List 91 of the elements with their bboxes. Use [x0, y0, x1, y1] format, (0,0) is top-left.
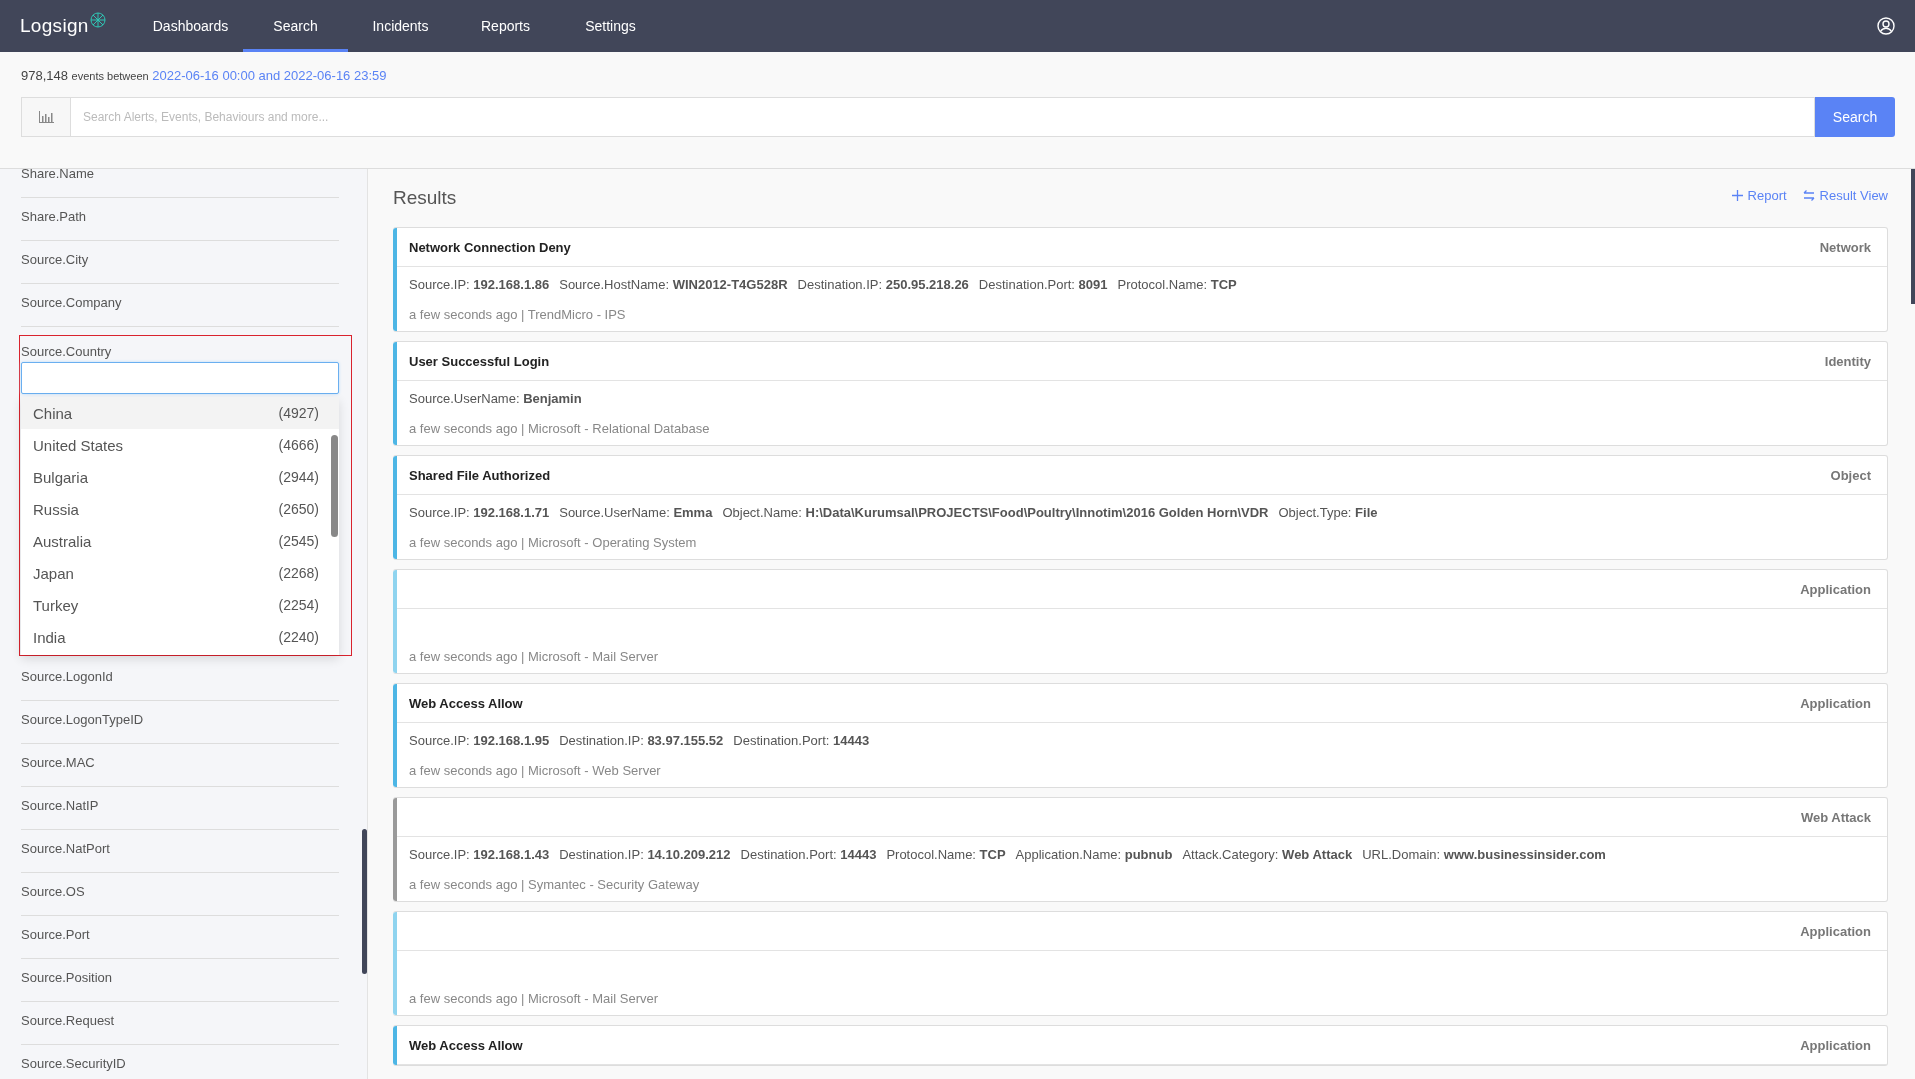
result-card[interactable]: Application a few seconds ago | Microsoft - Mail Server: [393, 911, 1888, 1016]
field-list-item[interactable]: Source.NatIP: [21, 787, 339, 830]
event-source: a few seconds ago | Microsoft - Web Server: [409, 763, 662, 778]
search-field[interactable]: Search Alerts, Events, Behaviours and more...: [70, 97, 1815, 137]
event-field: Destination.IP: 14.10.209.212: [559, 847, 731, 865]
country-option[interactable]: Australia (2545): [21, 525, 339, 557]
chart-toggle-button[interactable]: [21, 97, 70, 137]
event-source: a few seconds ago | Microsoft - Relational Database: [409, 421, 711, 436]
event-field: Protocol.Name: TCP: [886, 847, 1006, 865]
event-field: Source.IP: 192.168.1.95: [409, 733, 550, 751]
event-category: Identity: [1824, 353, 1871, 369]
event-source: a few seconds ago | Symantec - Security Gateway: [409, 877, 701, 892]
event-field: Application.Name: pubnub: [1015, 847, 1173, 865]
event-title: Web Access Allow: [409, 695, 523, 711]
field-list-item[interactable]: Source.Request: [21, 1002, 339, 1045]
field-list-item[interactable]: Source.LogonId: [21, 658, 339, 701]
country-option[interactable]: Bulgaria (2944): [21, 461, 339, 493]
event-field: Protocol.Name: TCP: [1117, 277, 1237, 295]
plus-icon: [1731, 189, 1743, 201]
event-title: Web Access Allow: [409, 1037, 523, 1053]
event-source: a few seconds ago | Microsoft - Mail Server: [409, 649, 660, 664]
event-source: a few seconds ago | Microsoft - Operating System: [409, 535, 698, 550]
nav-tab[interactable]: Settings: [558, 0, 663, 52]
field-list-item[interactable]: Source.SecurityID: [21, 1045, 339, 1079]
event-field: Destination.Port: 8091: [978, 277, 1108, 295]
field-list-item[interactable]: Source.LogonTypeID: [21, 701, 339, 744]
event-source: a few seconds ago | Microsoft - Mail Server: [409, 991, 660, 1006]
event-field: Object.Name: H:\Data\Kurumsal\PROJECTS\Food\Poultry\Innotim\2016 Golden Horn\VDR: [722, 505, 1269, 523]
nav-tab[interactable]: Search: [243, 0, 348, 52]
field-list-item[interactable]: Share.Name: [21, 169, 339, 198]
scrollbar-thumb[interactable]: [362, 829, 367, 974]
logo-text: Logsign: [20, 15, 89, 37]
event-category: Web Attack: [1800, 809, 1871, 825]
scrollbar-thumb[interactable]: [331, 435, 338, 537]
field-list-item[interactable]: Source.City: [21, 241, 339, 284]
field-list-item[interactable]: Share.Path: [21, 198, 339, 241]
filter-field[interactable]: [21, 362, 339, 394]
result-card[interactable]: Network Connection Deny Network Source.IP: 192.168.1.86 Source.HostName: WIN2012-T4G528R Destination.IP: 250.95.218.26 Destination.Port: 8091 Protocol.Name: TCP a few seconds ago | TrendMicro - IPS: [393, 227, 1888, 332]
user-account-icon[interactable]: [1877, 17, 1895, 35]
event-category: Network: [1819, 239, 1871, 255]
network-logo-icon: [88, 11, 107, 29]
result-card[interactable]: [393, 455, 1888, 560]
search-button[interactable]: Search: [1815, 97, 1895, 137]
bar-chart-icon: [38, 111, 54, 123]
field-list-item[interactable]: Source.Port: [21, 916, 339, 959]
country-option[interactable]: Japan (2268): [21, 557, 339, 589]
nav-tab[interactable]: Dashboards: [138, 0, 243, 52]
scrollbar-thumb[interactable]: [1911, 169, 1915, 304]
event-field: Source.UserName: Benjamin: [409, 391, 582, 409]
result-card[interactable]: Application a few seconds ago | Microsoft - Mail Server: [393, 569, 1888, 674]
result-card[interactable]: Web Access Allow Application: [393, 1025, 1888, 1066]
field-list-item[interactable]: Source.Company: [21, 284, 339, 327]
event-field: Source.IP: 192.168.1.43: [409, 847, 550, 865]
event-category: Application: [1800, 1037, 1871, 1053]
event-source: a few seconds ago | TrendMicro - IPS: [409, 307, 627, 322]
country-option[interactable]: Turkey (2254): [21, 589, 339, 621]
event-field: Destination.IP: 250.95.218.26: [797, 277, 969, 295]
swap-arrows-icon: [1802, 189, 1815, 201]
result-card[interactable]: User Successful Login Identity Source.UserName: Benjamin a few seconds ago | Microsoft - Relational Database: [393, 341, 1888, 446]
country-option[interactable]: Russia (2650): [21, 493, 339, 525]
results-heading: Results: [393, 187, 457, 209]
country-option[interactable]: China (4927): [21, 397, 339, 429]
field-list-item[interactable]: Source.NatPort: [21, 830, 339, 873]
event-category: Application: [1800, 581, 1871, 597]
field-label: Source.Country: [21, 344, 113, 359]
nav-tab[interactable]: Reports: [453, 0, 558, 52]
field-list-item[interactable]: Source.Position: [21, 959, 339, 1002]
event-field: Source.IP: 192.168.1.71: [409, 505, 550, 523]
event-category: Object: [1830, 467, 1871, 483]
country-option[interactable]: United States (4666): [21, 429, 339, 461]
result-card[interactable]: Web Access Allow Application Source.IP: 192.168.1.95 Destination.IP: 83.97.155.52 Destination.Port: 14443 a few seconds ago | Microsoft - Web Server: [393, 683, 1888, 788]
event-category: Application: [1800, 923, 1871, 939]
event-field: Source.HostName: WIN2012-T4G528R: [559, 277, 788, 295]
event-category: Application: [1800, 695, 1871, 711]
event-title: Network Connection Deny: [409, 239, 571, 255]
event-field: Source.UserName: Emma: [559, 505, 713, 523]
event-summary: 978,148 events between 2022-06-16 00:00 and 2022-06-16 23:59: [21, 68, 388, 83]
result-card[interactable]: [393, 797, 1888, 902]
event-field: Object.Type: File: [1278, 505, 1378, 523]
event-field: Destination.Port: 14443: [740, 847, 877, 865]
event-field: Destination.IP: 83.97.155.52: [559, 733, 724, 751]
event-field: URL.Domain: www.businessinsider.com: [1362, 847, 1606, 865]
event-field: Destination.Port: 14443: [733, 733, 870, 751]
field-list-item[interactable]: Source.OS: [21, 873, 339, 916]
event-title: User Successful Login: [409, 353, 550, 369]
country-option[interactable]: India (2240): [21, 621, 339, 653]
event-field: Attack.Category: Web Attack: [1182, 847, 1353, 865]
event-title: Shared File Authorized: [409, 467, 551, 483]
nav-tab[interactable]: Incidents: [348, 0, 453, 52]
field-list-item[interactable]: Source.MAC: [21, 744, 339, 787]
event-field: Source.IP: 192.168.1.86: [409, 277, 550, 295]
